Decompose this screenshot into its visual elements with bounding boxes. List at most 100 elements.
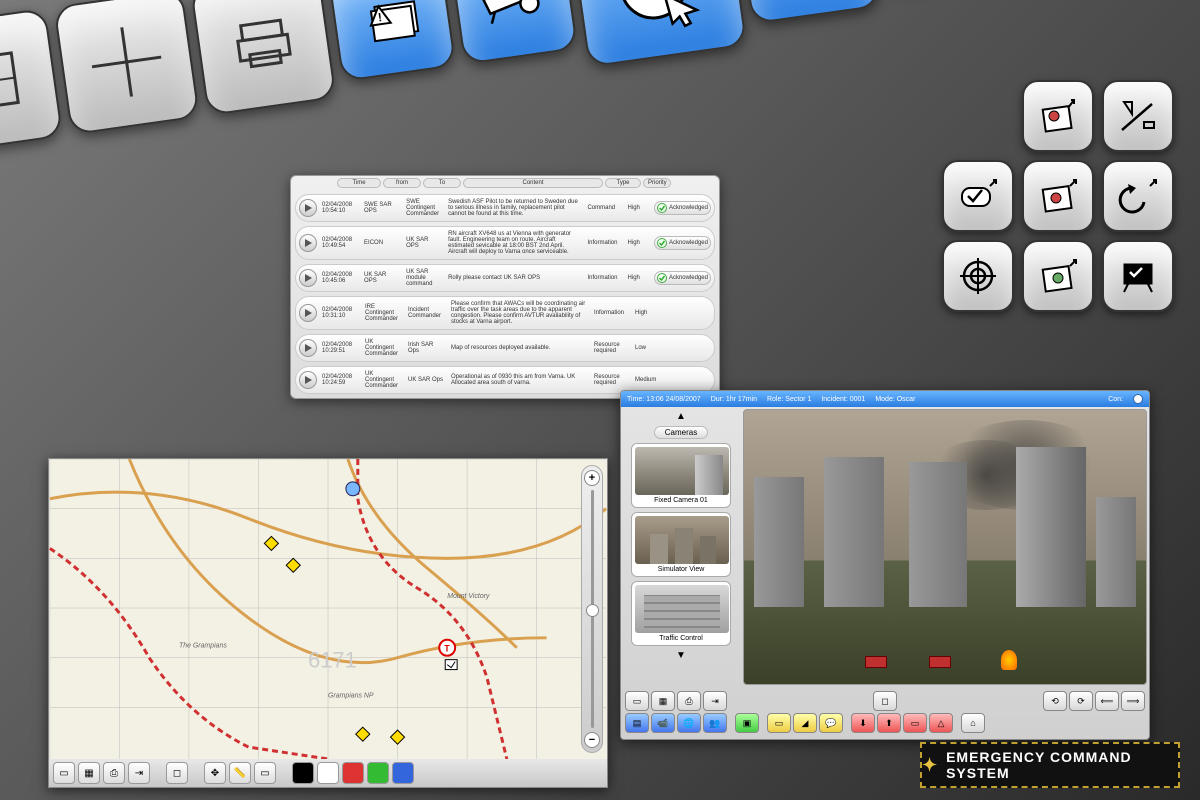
- undo-up-button[interactable]: [1102, 160, 1174, 232]
- col-to[interactable]: To: [423, 178, 461, 188]
- tb-grid-button[interactable]: ▦: [651, 691, 675, 711]
- draw-tools-button[interactable]: [1102, 80, 1174, 152]
- map-measure-button[interactable]: 📏: [229, 762, 251, 784]
- tb-y2-button[interactable]: ◢: [793, 713, 817, 733]
- ack-pill[interactable]: Acknowledged: [654, 236, 711, 250]
- briefing-board-button[interactable]: [1102, 240, 1174, 312]
- play-icon[interactable]: [299, 339, 317, 357]
- grid-button[interactable]: [0, 8, 63, 155]
- map-panel: The Grampians Mount Victory Grampians NP…: [48, 458, 608, 788]
- color-red[interactable]: [342, 762, 364, 784]
- product-logo: ✦ EMERGENCY COMMAND SYSTEM: [920, 742, 1180, 788]
- msg-time: 02/04/2008 10:24:59: [320, 373, 360, 387]
- print-button[interactable]: [190, 0, 337, 116]
- tb-play-button[interactable]: ▣: [735, 713, 759, 733]
- msg-priority: High: [626, 274, 651, 282]
- map-print-button[interactable]: ⎙: [103, 762, 125, 784]
- people-button[interactable]: [737, 0, 882, 24]
- tb-cam-button[interactable]: 📹: [651, 713, 675, 733]
- tb-redo-button[interactable]: ⟳: [1069, 691, 1093, 711]
- map-zoom-slider[interactable]: + −: [581, 465, 603, 753]
- approve-send-button[interactable]: [942, 160, 1014, 232]
- main-panel: Time: 13:06 24/08/2007 Dur: 1hr 17min Ro…: [620, 390, 1150, 740]
- map-grid-button[interactable]: ▦: [78, 762, 100, 784]
- map-export-button[interactable]: ⇥: [128, 762, 150, 784]
- msg-priority: High: [626, 204, 651, 212]
- globe-button[interactable]: [570, 0, 747, 68]
- tb-fwd-button[interactable]: ⟹: [1121, 691, 1145, 711]
- msg-from: SWE SAR OPS: [362, 201, 401, 215]
- marker-up2-button[interactable]: [1022, 240, 1094, 312]
- tb-export-button[interactable]: ⇥: [703, 691, 727, 711]
- tb-r3-button[interactable]: ▭: [903, 713, 927, 733]
- scene-view[interactable]: [743, 409, 1147, 685]
- col-content[interactable]: Content: [463, 178, 603, 188]
- color-black[interactable]: [292, 762, 314, 784]
- message-log-panel: Time from To Content Type Priority 02/04…: [290, 175, 720, 399]
- tb-undo-button[interactable]: ⟲: [1043, 691, 1067, 711]
- msg-time: 02/04/2008 10:49:54: [320, 236, 359, 250]
- map-annotate-button[interactable]: ▭: [254, 762, 276, 784]
- status-dur: Dur: 1hr 17min: [711, 396, 757, 403]
- ack-pill[interactable]: Acknowledged: [654, 271, 711, 285]
- tb-people-button[interactable]: 👥: [703, 713, 727, 733]
- message-row[interactable]: 02/04/2008 10:29:51UK Contingent Command…: [295, 334, 715, 362]
- alert-log-button[interactable]: !: [327, 0, 457, 82]
- tb-y1-button[interactable]: ▭: [767, 713, 791, 733]
- cam-down-button[interactable]: ▼: [676, 650, 686, 661]
- map-label: Grampians NP: [328, 692, 374, 699]
- map-select-button[interactable]: ◻: [166, 762, 188, 784]
- cam-up-button[interactable]: ▲: [676, 411, 686, 422]
- message-row[interactable]: 02/04/2008 10:54:10SWE SAR OPSSWE Contin…: [295, 194, 715, 222]
- tb-r1-button[interactable]: ⬇: [851, 713, 875, 733]
- logo-star-icon: ✦: [922, 755, 938, 776]
- col-priority[interactable]: Priority: [643, 178, 671, 188]
- zoom-out-button[interactable]: −: [584, 732, 600, 748]
- tb-r4-button[interactable]: △: [929, 713, 953, 733]
- tb-print-button[interactable]: ⎙: [677, 691, 701, 711]
- tb-layers-button[interactable]: ▭: [625, 691, 649, 711]
- tb-globe-button[interactable]: 🌐: [677, 713, 701, 733]
- ack-pill[interactable]: Acknowledged: [654, 201, 711, 215]
- map-surface[interactable]: The Grampians Mount Victory Grampians NP…: [49, 459, 607, 759]
- message-row[interactable]: 02/04/2008 10:31:10IRE Contingent Comman…: [295, 296, 715, 330]
- map-pan-button[interactable]: ✥: [204, 762, 226, 784]
- play-icon[interactable]: [299, 304, 317, 322]
- tb-y3-button[interactable]: 💬: [819, 713, 843, 733]
- send-marker-button[interactable]: [1022, 80, 1094, 152]
- msg-priority: High: [626, 239, 651, 247]
- message-row[interactable]: 02/04/2008 10:49:54EICONUK SAR OPSRN air…: [295, 226, 715, 260]
- color-white[interactable]: [317, 762, 339, 784]
- tb-back-button[interactable]: ⟸: [1095, 691, 1119, 711]
- play-icon[interactable]: [299, 371, 317, 389]
- play-icon[interactable]: [299, 234, 317, 252]
- col-time[interactable]: Time: [337, 178, 381, 188]
- col-from[interactable]: from: [383, 178, 421, 188]
- color-green[interactable]: [367, 762, 389, 784]
- camera-item[interactable]: Traffic Control: [631, 581, 731, 646]
- message-log-header: Time from To Content Type Priority: [291, 176, 719, 190]
- tb-window-button[interactable]: ◻: [873, 691, 897, 711]
- camera-label: Simulator View: [658, 566, 705, 573]
- marker-up-button[interactable]: [1022, 160, 1094, 232]
- target-button[interactable]: [942, 240, 1014, 312]
- crosshair-button[interactable]: [53, 0, 200, 135]
- map-layers-button[interactable]: ▭: [53, 762, 75, 784]
- play-icon[interactable]: [299, 269, 317, 287]
- logo-text: EMERGENCY COMMAND SYSTEM: [946, 749, 1178, 781]
- msg-content: Swedish ASF Pilot to be returned to Swed…: [446, 198, 582, 218]
- tb-r2-button[interactable]: ⬆: [877, 713, 901, 733]
- msg-to: SWE Contingent Commander: [404, 198, 443, 218]
- message-row[interactable]: 02/04/2008 10:45:06UK SAR OPSUK SAR modu…: [295, 264, 715, 292]
- tb-log-button[interactable]: ▤: [625, 713, 649, 733]
- msg-to: Irish SAR Ops: [406, 341, 446, 355]
- camera-button[interactable]: [448, 0, 578, 65]
- tb-home-button[interactable]: ⌂: [961, 713, 985, 733]
- camera-item[interactable]: Fixed Camera 01: [631, 443, 731, 508]
- zoom-in-button[interactable]: +: [584, 470, 600, 486]
- col-type[interactable]: Type: [605, 178, 641, 188]
- play-icon[interactable]: [299, 199, 317, 217]
- color-blue[interactable]: [392, 762, 414, 784]
- msg-type: Information: [592, 309, 630, 317]
- camera-item[interactable]: Simulator View: [631, 512, 731, 577]
